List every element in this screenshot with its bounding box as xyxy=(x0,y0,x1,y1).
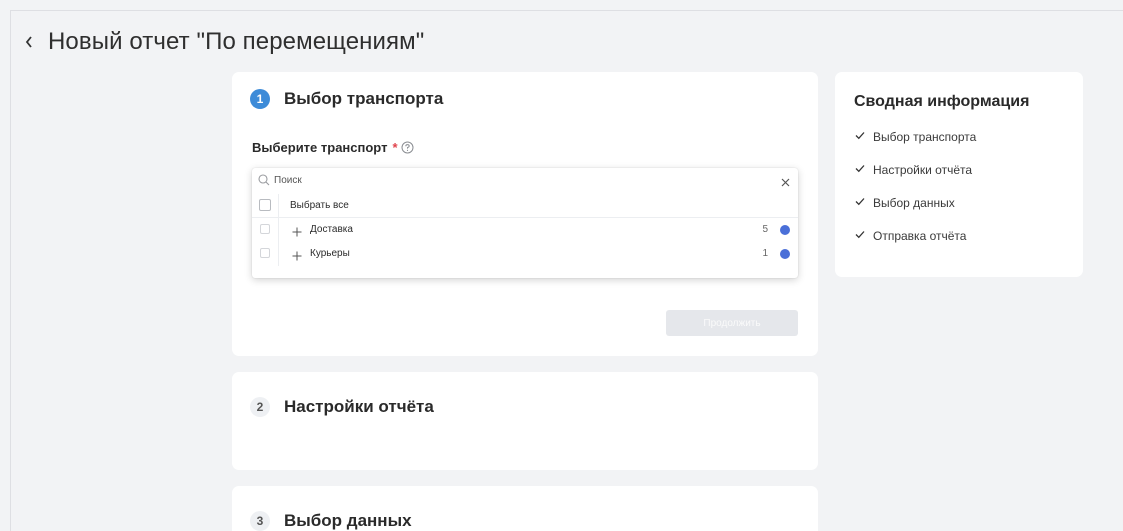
plus-icon[interactable] xyxy=(292,224,302,242)
summary-item: Отправка отчёта xyxy=(855,229,976,262)
required-mark: * xyxy=(392,140,398,155)
help-circle-icon[interactable] xyxy=(401,141,414,154)
group-checkbox[interactable] xyxy=(260,248,270,258)
summary-list: Выбор транспорта Настройки отчёта Выбор … xyxy=(855,130,976,262)
group-color-dot xyxy=(780,225,790,235)
search-icon xyxy=(258,173,270,191)
page-title: Новый отчет "По перемещениям" xyxy=(48,28,425,55)
step-title: Выбор транспорта xyxy=(284,89,444,108)
search-input[interactable] xyxy=(274,172,754,188)
step-header: 3 Выбор данных xyxy=(250,511,412,531)
step-title: Выбор данных xyxy=(284,511,412,530)
check-icon xyxy=(855,130,867,140)
group-label: Доставка xyxy=(310,224,353,235)
summary-item: Выбор данных xyxy=(855,196,976,229)
plus-icon[interactable] xyxy=(292,248,302,266)
summary-item: Выбор транспорта xyxy=(855,130,976,163)
step-number-badge: 2 xyxy=(250,397,270,417)
back-chevron-icon[interactable] xyxy=(18,27,40,57)
select-all-checkbox[interactable] xyxy=(259,199,271,211)
step-card-data: 3 Выбор данных xyxy=(232,486,818,531)
step-number-badge: 1 xyxy=(250,89,270,109)
step-number-badge: 3 xyxy=(250,511,270,531)
step-header: 1 Выбор транспорта xyxy=(250,89,443,109)
group-row-couriers[interactable]: Курьеры 1 xyxy=(252,242,798,266)
dropdown-search-row xyxy=(252,168,798,192)
continue-button[interactable]: Продолжить xyxy=(666,310,798,336)
select-all-label: Выбрать все xyxy=(290,200,349,211)
check-icon xyxy=(855,196,867,206)
group-count: 1 xyxy=(762,248,768,259)
group-row-delivery[interactable]: Доставка 5 xyxy=(252,218,798,242)
divider xyxy=(278,194,279,217)
transport-dropdown: Выбрать все Доставка 5 Курьеры 1 xyxy=(252,168,798,278)
summary-item-label: Отправка отчёта xyxy=(873,229,967,243)
check-icon xyxy=(855,229,867,239)
group-count: 5 xyxy=(762,224,768,235)
step-header: 2 Настройки отчёта xyxy=(250,397,434,417)
transport-field-label: Выберите транспорт * xyxy=(252,140,414,155)
summary-panel: Сводная информация Выбор транспорта Наст… xyxy=(835,72,1083,277)
divider xyxy=(278,242,279,266)
close-icon[interactable] xyxy=(781,174,790,192)
group-label: Курьеры xyxy=(310,248,350,259)
summary-title: Сводная информация xyxy=(854,93,1030,110)
summary-item: Настройки отчёта xyxy=(855,163,976,196)
page-header: Новый отчет "По перемещениям" xyxy=(18,22,424,62)
check-icon xyxy=(855,163,867,173)
summary-item-label: Настройки отчёта xyxy=(873,163,973,177)
group-color-dot xyxy=(780,249,790,259)
step-card-transport: 1 Выбор транспорта Выберите транспорт * … xyxy=(232,72,818,356)
field-label-text: Выберите транспорт xyxy=(252,140,388,155)
group-checkbox[interactable] xyxy=(260,224,270,234)
select-all-row[interactable]: Выбрать все xyxy=(252,194,798,218)
step-card-settings: 2 Настройки отчёта xyxy=(232,372,818,470)
summary-item-label: Выбор транспорта xyxy=(873,130,977,144)
summary-item-label: Выбор данных xyxy=(873,196,955,210)
step-title: Настройки отчёта xyxy=(284,397,434,416)
divider xyxy=(278,218,279,242)
